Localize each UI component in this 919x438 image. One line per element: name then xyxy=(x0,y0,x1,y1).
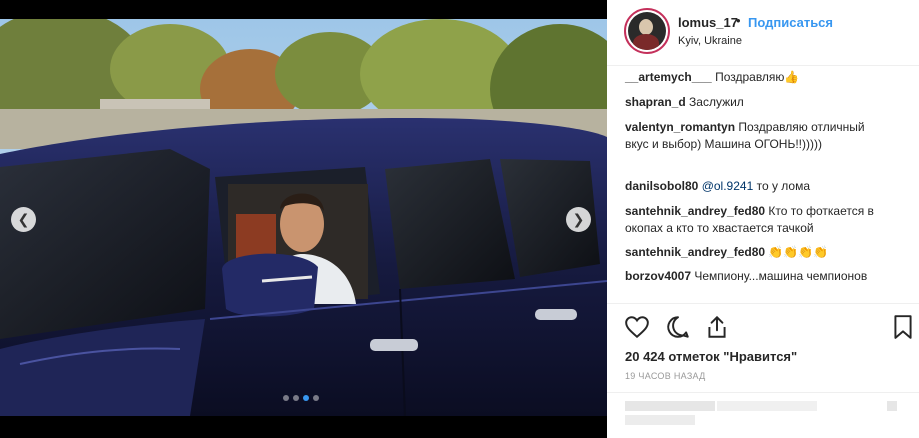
carousel-indicator xyxy=(283,395,319,401)
add-comment-area[interactable] xyxy=(607,392,919,438)
separator-dot: • xyxy=(736,13,741,28)
post-actions: 20 424 отметок "Нравится" 19 ЧАСОВ НАЗАД xyxy=(607,303,919,438)
post-timestamp: 19 ЧАСОВ НАЗАД xyxy=(625,371,706,381)
comment-user[interactable]: borzov4007 xyxy=(625,269,691,283)
comment-text: Заслужил xyxy=(685,95,744,109)
comment-text: Поздравляю👍 xyxy=(711,70,800,84)
comment-item: santehnik_andrey_fed80 Кто то фоткается … xyxy=(625,203,877,237)
comment-user[interactable]: santehnik_andrey_fed80 xyxy=(625,245,765,259)
comment-button[interactable] xyxy=(665,314,691,340)
comment-user[interactable]: danilsobol80 xyxy=(625,179,698,193)
comment-input-placeholder xyxy=(887,401,897,411)
username-link[interactable]: lomus_17 xyxy=(678,15,738,30)
location-link[interactable]: Kyiv, Ukraine xyxy=(678,35,742,47)
comment-input-placeholder xyxy=(717,401,817,411)
heart-icon xyxy=(625,316,649,339)
carousel-next-button[interactable]: ❯ xyxy=(566,207,591,232)
comment-item: shapran_d Заслужил xyxy=(625,94,877,111)
comment-item: danilsobol80 @ol.9241 то у лома xyxy=(625,178,877,195)
share-button[interactable] xyxy=(704,314,730,340)
carousel-dot-active xyxy=(303,395,309,401)
comment-user[interactable]: valentyn_romantyn xyxy=(625,120,735,134)
post-header: lomus_17 • Подписаться Kyiv, Ukraine xyxy=(607,0,919,66)
like-button[interactable] xyxy=(624,314,650,340)
comment-item: __artemych___ Поздравляю👍 xyxy=(625,69,877,86)
comment-item: santehnik_andrey_fed80 👏👏👏👏 xyxy=(625,244,877,261)
comment-user[interactable]: santehnik_andrey_fed80 xyxy=(625,204,765,218)
post-photo[interactable] xyxy=(0,19,607,416)
share-icon xyxy=(708,315,726,338)
carousel-dot xyxy=(293,395,299,401)
bookmark-icon xyxy=(894,315,912,339)
post-side-panel: lomus_17 • Подписаться Kyiv, Ukraine __a… xyxy=(607,0,919,438)
comment-text: 👏👏👏👏 xyxy=(765,245,829,259)
carousel-dot xyxy=(313,395,319,401)
comment-mention[interactable]: @ol.9241 xyxy=(698,179,754,193)
chevron-left-icon: ❮ xyxy=(17,211,30,227)
save-button[interactable] xyxy=(890,314,916,340)
comment-text: то у лома xyxy=(753,179,811,193)
comment-user[interactable]: shapran_d xyxy=(625,95,686,109)
comment-item: valentyn_romantyn Поздравляю отличный вк… xyxy=(625,119,877,153)
carousel-prev-button[interactable]: ❮ xyxy=(11,207,36,232)
comment-icon xyxy=(667,316,689,338)
avatar[interactable] xyxy=(624,8,670,54)
chevron-right-icon: ❯ xyxy=(572,211,585,227)
follow-button[interactable]: Подписаться xyxy=(748,15,833,30)
comments-list[interactable]: __artemych___ Поздравляю👍 shapran_d Засл… xyxy=(607,66,919,304)
comment-item: borzov4007 Чемпиону...машина чемпионов xyxy=(625,268,877,285)
comment-input-placeholder xyxy=(625,415,695,425)
comment-user[interactable]: __artemych___ xyxy=(625,70,712,84)
carousel-dot xyxy=(283,395,289,401)
comment-input-placeholder xyxy=(625,401,715,411)
comment-text: Чемпиону...машина чемпионов xyxy=(691,269,868,283)
likes-count[interactable]: 20 424 отметок "Нравится" xyxy=(625,349,797,364)
